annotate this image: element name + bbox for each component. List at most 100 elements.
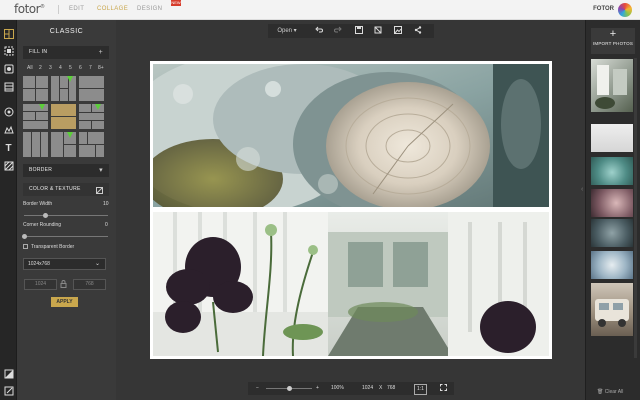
dimension-x: X: [379, 385, 383, 391]
library-thumb[interactable]: [591, 124, 633, 152]
corner-rounding-value: 0: [105, 222, 108, 228]
top-bar: fotor® EDIT COLLAGE DESIGN NEW FOTOR: [0, 0, 640, 20]
count-8plus[interactable]: 8+: [98, 65, 104, 71]
photo-count-filter: All 2 3 4 5 6 7 8+: [27, 65, 113, 73]
layout-thumb[interactable]: [23, 132, 48, 157]
border-width-label: Border Width: [23, 201, 53, 207]
fill-in-label: FILL IN: [29, 49, 48, 55]
transparent-border-label: Transparent Border: [31, 244, 75, 250]
expand-icon[interactable]: [3, 369, 14, 380]
zoom-slider-handle[interactable]: [287, 386, 292, 391]
count-5[interactable]: 5: [69, 65, 72, 71]
count-6[interactable]: 6: [79, 65, 82, 71]
layout-thumb[interactable]: [23, 76, 48, 101]
template-icon[interactable]: [3, 29, 14, 40]
plus-icon: +: [609, 28, 617, 40]
add-fill-icon[interactable]: +: [99, 46, 103, 59]
trash-icon: 🗑: [597, 389, 604, 395]
corner-rounding-label: Corner Rounding: [23, 222, 62, 228]
layers-icon[interactable]: [3, 107, 14, 118]
canvas-height: 768: [387, 385, 396, 391]
zoom-level: 100%: [331, 385, 344, 391]
size-select[interactable]: 1024x768 ⌄: [23, 258, 106, 270]
import-photos-button[interactable]: + IMPORT PHOTOS: [591, 28, 635, 54]
library-thumb[interactable]: [591, 251, 633, 279]
zoom-out-button[interactable]: −: [256, 382, 259, 395]
color-texture-label: COLOR & TEXTURE: [29, 186, 81, 192]
sticker-icon[interactable]: [3, 64, 14, 75]
lock-ratio-icon[interactable]: [60, 280, 67, 290]
collapse-panel-handle[interactable]: ‹: [581, 186, 583, 193]
chevron-down-icon: ▾: [99, 167, 103, 174]
library-thumb[interactable]: [591, 283, 633, 336]
layout-thumb[interactable]: [51, 132, 76, 157]
chevron-down-icon: ⌄: [94, 261, 100, 267]
border-bar[interactable]: BORDER ▾: [23, 164, 109, 177]
layout-thumb[interactable]: [79, 104, 104, 129]
count-2[interactable]: 2: [39, 65, 42, 71]
corner-rounding-slider-handle[interactable]: [22, 234, 27, 239]
freestyle-icon[interactable]: [3, 46, 14, 57]
stamp-icon[interactable]: [3, 125, 14, 136]
layout-thumb[interactable]: [51, 76, 76, 101]
crop-icon[interactable]: [371, 24, 385, 38]
nav-collage[interactable]: COLLAGE: [97, 6, 128, 12]
new-badge: NEW: [171, 0, 181, 6]
panel-title: CLASSIC: [49, 28, 84, 35]
clear-all-button[interactable]: 🗑 Clear All: [597, 389, 623, 395]
height-input[interactable]: 768: [73, 279, 106, 290]
width-input[interactable]: 1024: [24, 279, 57, 290]
save-icon[interactable]: [352, 24, 366, 38]
library-thumb[interactable]: [591, 219, 633, 247]
layout-thumb-selected[interactable]: [51, 104, 76, 129]
left-tool-strip: T: [0, 20, 17, 400]
transparent-border-checkbox[interactable]: [23, 244, 28, 249]
border-width-slider-handle[interactable]: [43, 213, 48, 218]
fit-1-1-button[interactable]: 1:1: [414, 384, 427, 395]
texture-icon[interactable]: [3, 161, 14, 172]
canvas-toolbar: Open ▾: [268, 24, 434, 38]
collage-photo-top[interactable]: [153, 64, 549, 207]
apply-button[interactable]: APPLY: [51, 297, 78, 307]
fotor-account-icon[interactable]: [618, 3, 632, 17]
fotor-logo[interactable]: fotor®: [14, 2, 45, 16]
count-all[interactable]: All: [27, 65, 33, 71]
texture-swatch-icon[interactable]: [95, 186, 104, 199]
corner-rounding-slider[interactable]: [24, 236, 108, 237]
open-menu[interactable]: Open ▾: [268, 24, 306, 38]
fill-in-bar[interactable]: FILL IN +: [23, 46, 109, 59]
edit-icon[interactable]: [3, 386, 14, 397]
nav-edit[interactable]: EDIT: [69, 6, 84, 12]
clear-all-label: Clear All: [604, 389, 624, 395]
library-thumb[interactable]: [591, 189, 633, 217]
library-scrollbar[interactable]: [634, 58, 637, 358]
count-7[interactable]: 7: [89, 65, 92, 71]
border-label: BORDER: [29, 167, 53, 173]
fullscreen-icon[interactable]: [440, 382, 447, 395]
zoom-in-button[interactable]: +: [316, 382, 319, 395]
undo-icon[interactable]: [312, 24, 326, 38]
canvas-width: 1024: [362, 385, 374, 391]
background-icon[interactable]: [3, 82, 14, 93]
count-4[interactable]: 4: [59, 65, 62, 71]
library-thumb[interactable]: [591, 59, 633, 112]
image-icon[interactable]: [391, 24, 405, 38]
library-thumb[interactable]: [591, 157, 633, 185]
brand-label: FOTOR: [593, 6, 614, 12]
nav-divider: [58, 5, 59, 14]
count-3[interactable]: 3: [49, 65, 52, 71]
size-select-value: 1024x768: [28, 261, 50, 267]
color-texture-bar[interactable]: COLOR & TEXTURE: [23, 183, 109, 196]
text-icon[interactable]: T: [3, 143, 14, 154]
border-width-value: 10: [103, 201, 109, 207]
import-photos-label: IMPORT PHOTOS: [592, 41, 634, 46]
zoom-bar: − + 100% 1024 X 768 1:1: [248, 382, 454, 395]
layout-thumb[interactable]: [79, 132, 104, 157]
layout-thumb[interactable]: [79, 76, 104, 101]
redo-icon[interactable]: [331, 24, 345, 38]
layout-thumb[interactable]: [23, 104, 48, 129]
border-width-slider[interactable]: [24, 215, 108, 216]
collage-photo-bottom[interactable]: [153, 212, 549, 356]
nav-design[interactable]: DESIGN: [137, 6, 162, 12]
share-icon[interactable]: [411, 24, 425, 38]
